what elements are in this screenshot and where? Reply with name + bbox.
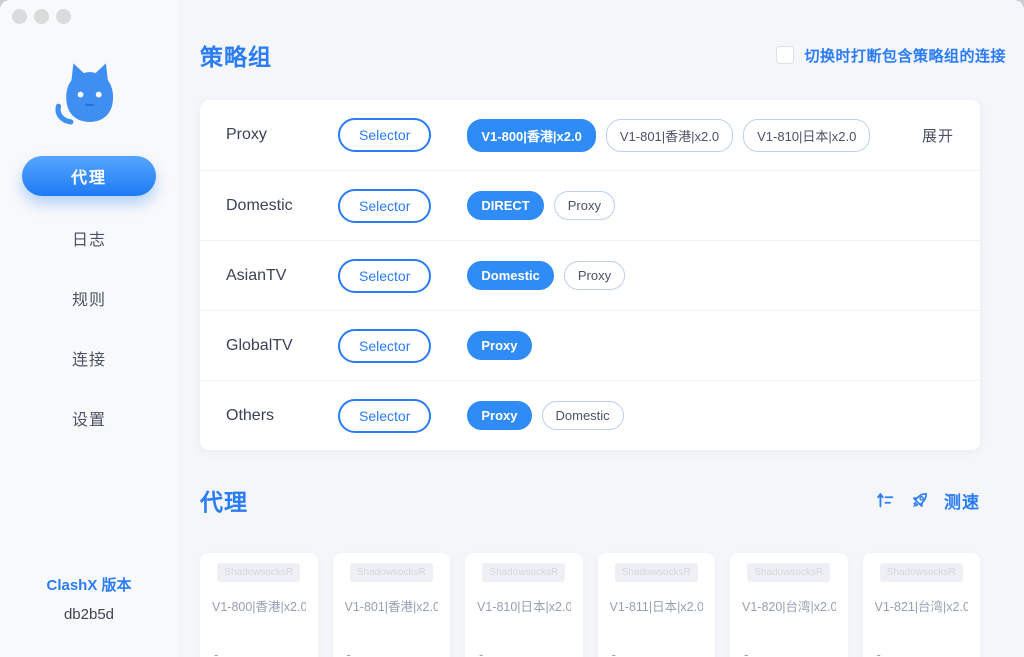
rocket-icon[interactable]: [909, 489, 931, 511]
proxy-name: V1-810|日本|x2.0: [477, 596, 571, 615]
option-pill[interactable]: Domestic: [542, 401, 624, 430]
close-window-button[interactable]: [12, 9, 27, 24]
selector-type-button[interactable]: Selector: [338, 118, 431, 152]
sidebar-item-connections[interactable]: 连接: [0, 346, 178, 370]
proxy-latency: -: [479, 647, 483, 657]
proxy-type-badge: ShadowsocksR: [350, 563, 433, 582]
sidebar-item-proxy-label: 代理: [71, 164, 107, 188]
policy-groups-header: 策略组 切换时打断包含策略组的连接: [200, 38, 1006, 72]
zoom-window-button[interactable]: [56, 9, 71, 24]
window-controls: [12, 9, 71, 24]
group-options: Domestic Proxy: [467, 261, 954, 290]
sidebar-item-proxy[interactable]: 代理: [22, 156, 156, 196]
sidebar-item-rules[interactable]: 规则: [0, 286, 178, 310]
break-connections-label: 切换时打断包含策略组的连接: [804, 45, 1006, 66]
proxy-latency: -: [877, 647, 881, 657]
proxy-card[interactable]: ShadowsocksR V1-810|日本|x2.0 -: [465, 553, 583, 657]
minimize-window-button[interactable]: [34, 9, 49, 24]
proxy-type-badge: ShadowsocksR: [615, 563, 698, 582]
proxy-latency: -: [744, 647, 748, 657]
proxy-card[interactable]: ShadowsocksR V1-820|台湾|x2.0 -: [730, 553, 848, 657]
main-content: 策略组 切换时打断包含策略组的连接 Proxy Selector V1-800|…: [200, 0, 980, 657]
proxy-name: V1-801|香港|x2.0: [345, 596, 439, 615]
sidebar: 代理 日志 规则 连接 设置 ClashX 版本 db2b5d: [0, 0, 178, 657]
selector-type-button[interactable]: Selector: [338, 329, 431, 363]
group-options: Proxy: [467, 331, 954, 360]
group-row-proxy: Proxy Selector V1-800|香港|x2.0 V1-801|香港|…: [200, 100, 980, 170]
option-pill-selected[interactable]: Proxy: [467, 331, 531, 360]
option-pill[interactable]: V1-801|香港|x2.0: [606, 119, 733, 152]
sidebar-item-settings[interactable]: 设置: [0, 406, 178, 430]
group-name: AsianTV: [226, 267, 338, 285]
selector-type-button[interactable]: Selector: [338, 189, 431, 223]
speedtest-button[interactable]: 测速: [944, 488, 980, 513]
proxy-name: V1-821|台湾|x2.0: [875, 596, 969, 615]
policy-groups-title: 策略组: [200, 38, 272, 72]
proxy-latency: -: [214, 647, 218, 657]
group-name: GlobalTV: [226, 337, 338, 355]
proxy-name: V1-820|台湾|x2.0: [742, 596, 836, 615]
option-pill-selected[interactable]: DIRECT: [467, 191, 543, 220]
proxy-type-badge: ShadowsocksR: [880, 563, 963, 582]
group-options: DIRECT Proxy: [467, 191, 954, 220]
group-row-globaltv: GlobalTV Selector Proxy: [200, 310, 980, 380]
proxy-latency: -: [612, 647, 616, 657]
proxy-type-badge: ShadowsocksR: [482, 563, 565, 582]
proxy-type-badge: ShadowsocksR: [217, 563, 300, 582]
proxy-card[interactable]: ShadowsocksR V1-811|日本|x2.0 -: [598, 553, 716, 657]
clashx-version-value: db2b5d: [0, 606, 178, 623]
clashx-dashboard-window: 代理 日志 规则 连接 设置 ClashX 版本 db2b5d 策略组 切换时打…: [0, 0, 1024, 657]
group-row-others: Others Selector Proxy Domestic: [200, 380, 980, 450]
group-name: Proxy: [226, 126, 338, 144]
group-row-asiantv: AsianTV Selector Domestic Proxy: [200, 240, 980, 310]
proxy-card[interactable]: ShadowsocksR V1-800|香港|x2.0 -: [200, 553, 318, 657]
group-row-domestic: Domestic Selector DIRECT Proxy: [200, 170, 980, 240]
group-name: Domestic: [226, 197, 338, 215]
proxy-card[interactable]: ShadowsocksR V1-801|香港|x2.0 -: [333, 553, 451, 657]
sort-icon[interactable]: [874, 489, 896, 511]
proxy-name: V1-800|香港|x2.0: [212, 596, 306, 615]
break-connections-checkbox[interactable]: [776, 46, 794, 64]
option-pill-selected[interactable]: Domestic: [467, 261, 554, 290]
proxies-header: 代理 测速: [200, 483, 980, 517]
proxy-latency: -: [347, 647, 351, 657]
option-pill[interactable]: Proxy: [554, 191, 615, 220]
proxy-card[interactable]: ShadowsocksR V1-821|台湾|x2.0 -: [863, 553, 981, 657]
option-pill[interactable]: Proxy: [564, 261, 625, 290]
option-pill[interactable]: V1-810|日本|x2.0: [743, 119, 870, 152]
option-pill-selected[interactable]: V1-800|香港|x2.0: [467, 119, 596, 152]
selector-type-button[interactable]: Selector: [338, 259, 431, 293]
group-options: V1-800|香港|x2.0 V1-801|香港|x2.0 V1-810|日本|…: [467, 119, 922, 152]
proxies-title: 代理: [200, 483, 248, 517]
group-options: Proxy Domestic: [467, 401, 954, 430]
policy-groups-card: Proxy Selector V1-800|香港|x2.0 V1-801|香港|…: [200, 100, 980, 450]
proxy-type-badge: ShadowsocksR: [747, 563, 830, 582]
clashx-version-label: ClashX 版本: [0, 574, 178, 595]
group-name: Others: [226, 407, 338, 425]
clashx-cat-logo-icon: [50, 52, 128, 132]
selector-type-button[interactable]: Selector: [338, 399, 431, 433]
proxy-card-grid: ShadowsocksR V1-800|香港|x2.0 - Shadowsock…: [200, 553, 980, 657]
proxy-name: V1-811|日本|x2.0: [610, 596, 704, 615]
option-pill-selected[interactable]: Proxy: [467, 401, 531, 430]
proxies-tools: 测速: [874, 488, 980, 513]
sidebar-item-logs[interactable]: 日志: [0, 226, 178, 250]
expand-button[interactable]: 展开: [922, 125, 954, 146]
break-connections-option: 切换时打断包含策略组的连接: [776, 45, 1006, 66]
